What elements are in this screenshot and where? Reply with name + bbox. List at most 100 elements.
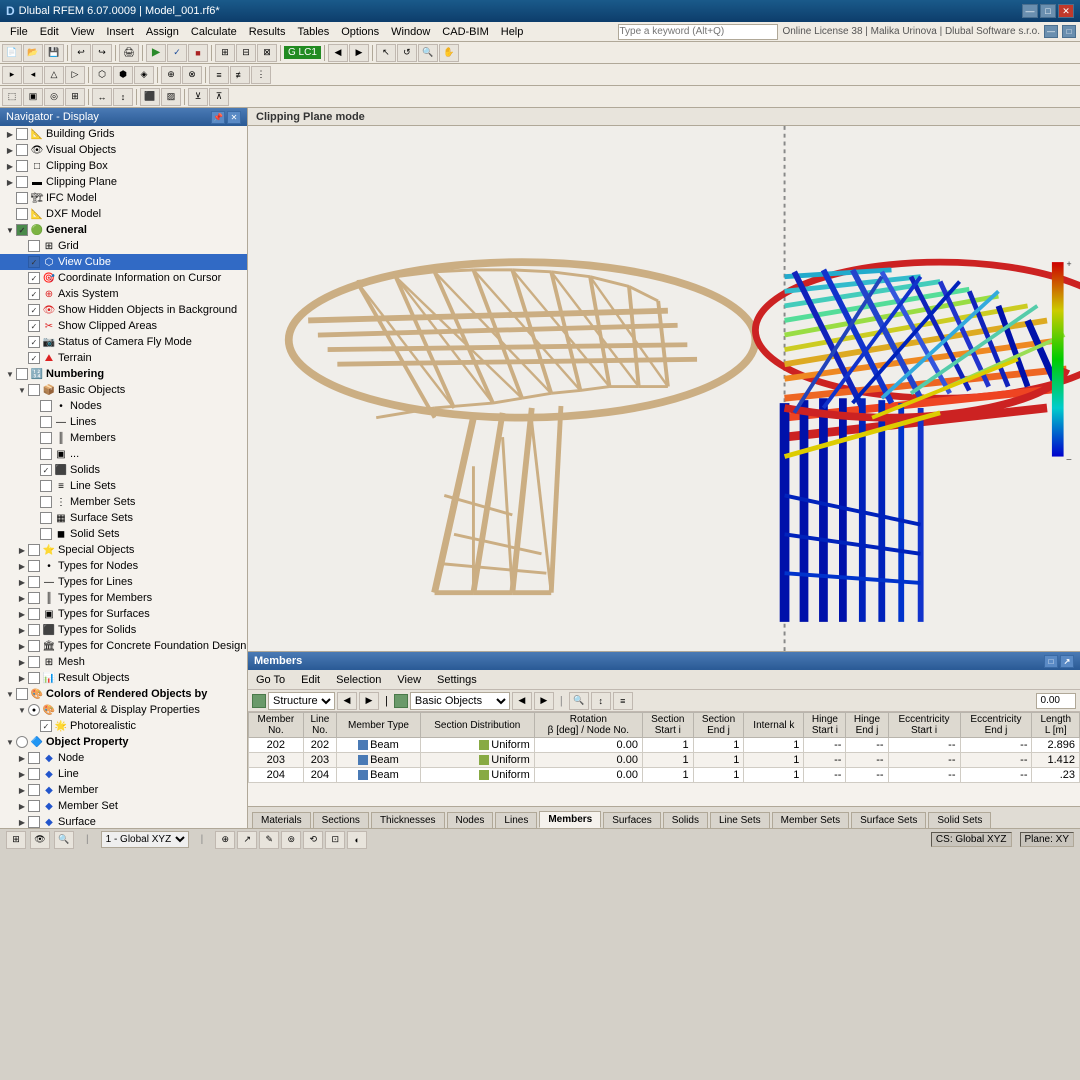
pan-btn[interactable]: ✋ [439,44,459,62]
stop-btn[interactable]: ■ [188,44,208,62]
tab-materials[interactable]: Materials [252,812,311,828]
tree-lines[interactable]: — Lines [0,414,247,430]
expand-axis-system[interactable] [16,288,28,300]
menu-insert[interactable]: Insert [100,24,140,40]
tree-types-members[interactable]: ▶ ║ Types for Members [0,590,247,606]
filter-prev-btn[interactable]: ◀ [337,692,357,710]
minimize-button[interactable]: — [1022,4,1038,18]
expand-terrain[interactable] [16,352,28,364]
tb2-6[interactable]: ⬢ [113,66,133,84]
tree-general[interactable]: ▼ ✓ 🟢 General [0,222,247,238]
expand-member-set[interactable]: ▶ [16,800,28,812]
expand-building-grids[interactable]: ▶ [4,128,16,140]
expand-surfaces[interactable] [28,448,40,460]
expand-material-display[interactable]: ▼ [16,704,28,716]
tree-show-hidden[interactable]: ✓ 👁 Show Hidden Objects in Background [0,302,247,318]
cb-show-hidden[interactable]: ✓ [28,304,40,316]
cb-numbering[interactable] [16,368,28,380]
bottom-goto[interactable]: Go To [252,672,289,688]
expand-general[interactable]: ▼ [4,224,16,236]
tb3-1[interactable]: ⬚ [2,88,22,106]
expand-show-clipped[interactable] [16,320,28,332]
expand-nodes[interactable] [28,400,40,412]
expand-camera-fly[interactable] [16,336,28,348]
nav-close-btn[interactable]: ✕ [227,111,241,124]
menu-help[interactable]: Help [495,24,530,40]
st-btn-1[interactable]: ⊕ [215,831,235,849]
cb-member-set[interactable] [28,800,40,812]
tab-thicknesses[interactable]: Thicknesses [371,812,445,828]
cb-types-solids[interactable] [28,624,40,636]
table-row[interactable]: 204 204 Beam Uniform 0.00 1 1 1 [249,768,1080,783]
value-input[interactable] [1036,693,1076,709]
undo-btn[interactable]: ↩ [71,44,91,62]
tb2-4[interactable]: ▷ [65,66,85,84]
expand-view-cube[interactable] [16,256,28,268]
tree-building-grids[interactable]: ▶ 📐 Building Grids [0,126,247,142]
tab-solids[interactable]: Solids [663,812,708,828]
tb3-7[interactable]: ⬛ [140,88,160,106]
tree-types-concrete[interactable]: ▶ 🏛 Types for Concrete Foundation Design [0,638,247,654]
tb3-2[interactable]: ▣ [23,88,43,106]
tree-camera-fly[interactable]: ✓ 📷 Status of Camera Fly Mode [0,334,247,350]
cb-types-members[interactable] [28,592,40,604]
tree-clipping-box[interactable]: ▶ □ Clipping Box [0,158,247,174]
bottom-table-container[interactable]: MemberNo. LineNo. Member Type Section Di… [248,712,1080,806]
nav-pin-btn[interactable]: 📌 [211,111,225,124]
tab-line-sets[interactable]: Line Sets [710,812,770,828]
global-xyz-select[interactable]: 1 - Global XYZ [101,831,189,848]
rotate-btn[interactable]: ↺ [397,44,417,62]
tree-visual-objects[interactable]: ▶ 👁 Visual Objects [0,142,247,158]
tree-coord-info[interactable]: ✓ 🎯 Coordinate Information on Cursor [0,270,247,286]
tree-terrain[interactable]: ✓ ⛰ Terrain [0,350,247,366]
menu-file[interactable]: File [4,24,34,40]
expand-clipping-plane[interactable]: ▶ [4,176,16,188]
cb-types-surfaces[interactable] [28,608,40,620]
cb-solids[interactable]: ✓ [40,464,52,476]
expand-mesh[interactable]: ▶ [16,656,28,668]
table-filter-btn[interactable]: 🔍 [569,692,589,710]
cb-clipping-box[interactable] [16,160,28,172]
cb-ifc-model[interactable] [16,192,28,204]
expand-solid-sets[interactable] [28,528,40,540]
tb3-5[interactable]: ↔ [92,88,112,106]
tree-solids[interactable]: ✓ ⬛ Solids [0,462,247,478]
menu-cadbim[interactable]: CAD-BIM [436,24,494,40]
cb-members[interactable] [40,432,52,444]
viewport[interactable]: + – [248,126,1080,651]
cb-coord-info[interactable]: ✓ [28,272,40,284]
tree-types-solids[interactable]: ▶ ⬛ Types for Solids [0,622,247,638]
nav-prev[interactable]: ◀ [328,44,348,62]
cb-member-sets[interactable] [40,496,52,508]
bottom-maximize-btn[interactable]: □ [1044,655,1058,668]
tab-member-sets[interactable]: Member Sets [772,812,849,828]
table-row[interactable]: 203 203 Beam Uniform 0.00 1 1 1 [249,753,1080,768]
expand-surface-sets[interactable] [28,512,40,524]
cb-line[interactable] [28,768,40,780]
maximize-button[interactable]: □ [1040,4,1056,18]
cb-lines[interactable] [40,416,52,428]
cb-solid-sets[interactable] [40,528,52,540]
tree-colors-rendered[interactable]: ▼ 🎨 Colors of Rendered Objects by [0,686,247,702]
tree-grid[interactable]: ⊞ Grid [0,238,247,254]
st-btn-2[interactable]: ↗ [237,831,257,849]
expand-types-solids[interactable]: ▶ [16,624,28,636]
pointer-btn[interactable]: ↖ [376,44,396,62]
cb-node[interactable] [28,752,40,764]
expand-visual-objects[interactable]: ▶ [4,144,16,156]
redo-btn[interactable]: ↪ [92,44,112,62]
tb2-8[interactable]: ⊕ [161,66,181,84]
tab-solid-sets[interactable]: Solid Sets [928,812,991,828]
structure-filter[interactable]: Structure [268,692,335,710]
menu-edit[interactable]: Edit [34,24,65,40]
save-btn[interactable]: 💾 [44,44,64,62]
nav-next[interactable]: ▶ [349,44,369,62]
expand-clipping-box[interactable]: ▶ [4,160,16,172]
expand-dxf-model[interactable] [4,208,16,220]
run-btn[interactable]: ▶ [146,44,166,62]
tab-members[interactable]: Members [539,811,601,828]
cb-types-nodes[interactable] [28,560,40,572]
bottom-restore-btn[interactable]: ↗ [1060,655,1074,668]
tree-surface-sets[interactable]: ▦ Surface Sets [0,510,247,526]
expand-result-objects[interactable]: ▶ [16,672,28,684]
